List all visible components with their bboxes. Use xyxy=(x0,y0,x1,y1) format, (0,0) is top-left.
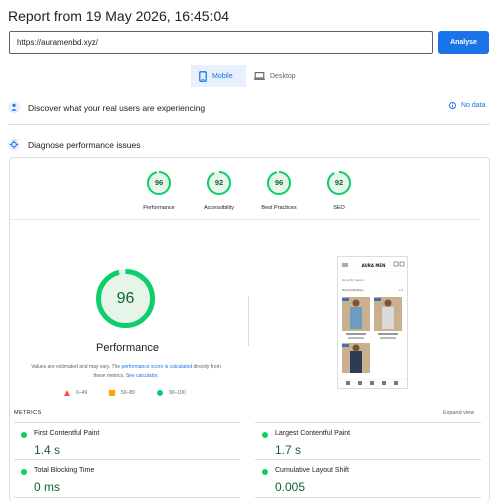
gauge-label: Performance xyxy=(143,205,175,211)
field-data-title: Discover what your real users are experi… xyxy=(28,102,206,113)
score-gauge-best-practices[interactable]: 96 Best Practices xyxy=(261,170,297,211)
lab-icon xyxy=(8,138,20,151)
pass-dot-icon xyxy=(21,432,27,438)
metrics-divider xyxy=(255,459,481,460)
tab-mobile[interactable]: Mobile xyxy=(191,65,246,87)
screenshot-image: AURA MEN Recently Viewed Shop Collection… xyxy=(338,257,407,388)
legend-range: 90–100 xyxy=(169,390,186,396)
note-text: Values are estimated and may vary. The xyxy=(31,364,122,370)
score-gauge-seo[interactable]: 92 SEO xyxy=(326,170,352,211)
pass-dot-icon xyxy=(262,432,268,438)
gauge-value: 96 xyxy=(274,178,284,187)
metric-name: Cumulative Layout Shift xyxy=(275,467,349,474)
no-data-indicator[interactable]: No data xyxy=(449,102,486,109)
see-calculator-link[interactable]: See calculator xyxy=(126,373,157,379)
diagnose-title: Diagnose performance issues xyxy=(28,139,141,150)
url-input[interactable] xyxy=(9,31,433,54)
average-square-icon xyxy=(109,390,115,396)
screenshot-brand: AURA MEN xyxy=(362,263,386,268)
pass-dot-icon xyxy=(262,469,268,475)
legend-pass: 90–100 xyxy=(157,390,186,396)
tab-mobile-label: Mobile xyxy=(212,72,233,80)
field-data-header[interactable]: Discover what your real users are experi… xyxy=(8,101,205,114)
metric-value: 1.7 s xyxy=(275,443,302,457)
legend-fail: 0–49 xyxy=(64,390,87,396)
no-data-label: No data xyxy=(461,102,486,109)
mobile-icon xyxy=(199,70,207,82)
device-tabs: Mobile Desktop xyxy=(191,65,304,87)
metrics-heading: METRICS xyxy=(14,410,42,416)
legend-average: 50–89 xyxy=(109,390,135,396)
performance-label: Performance xyxy=(96,342,159,354)
section-divider xyxy=(8,124,490,125)
metric-name: Total Blocking Time xyxy=(34,467,95,474)
gauge-value: 92 xyxy=(214,178,224,187)
expand-view-toggle[interactable]: Expand view xyxy=(443,410,474,416)
info-icon xyxy=(449,102,456,109)
fail-triangle-icon xyxy=(64,390,70,396)
tab-desktop[interactable]: Desktop xyxy=(246,65,304,87)
report-title: Report from 19 May 2026, 16:45:04 xyxy=(8,8,230,24)
gauge-label: Best Practices xyxy=(261,205,297,211)
metric-value: 1.4 s xyxy=(34,443,61,457)
svg-text:Recently Viewed: Recently Viewed xyxy=(342,278,364,282)
performance-score: 96 xyxy=(116,290,135,307)
pass-circle-icon xyxy=(157,390,163,396)
performance-score-link[interactable]: performance score is calculated xyxy=(122,364,193,370)
score-gauge-accessibility[interactable]: 92 Accessibility xyxy=(204,170,234,211)
note-text: . xyxy=(157,373,159,379)
pass-dot-icon xyxy=(21,469,27,475)
metric-value: 0 ms xyxy=(34,480,61,494)
page-screenshot: AURA MEN Recently Viewed Shop Collection… xyxy=(337,256,408,389)
gauge-value: 92 xyxy=(334,178,344,187)
vertical-divider xyxy=(248,296,249,346)
metrics-divider xyxy=(255,422,481,423)
gauge-label: Accessibility xyxy=(204,205,234,211)
svg-text:Shop Collections: Shop Collections xyxy=(342,288,364,292)
metrics-divider xyxy=(255,497,481,498)
lab-results-card xyxy=(9,157,490,502)
users-icon xyxy=(8,101,20,114)
diagnose-header: Diagnose performance issues xyxy=(8,138,140,151)
desktop-icon xyxy=(254,72,265,80)
tab-desktop-label: Desktop xyxy=(270,72,296,80)
svg-text:1/4: 1/4 xyxy=(399,288,404,292)
scores-divider xyxy=(10,219,480,220)
metrics-divider xyxy=(14,459,240,460)
metrics-divider xyxy=(14,422,240,423)
legend-range: 0–49 xyxy=(76,390,88,396)
metric-value: 0.005 xyxy=(275,480,306,494)
metrics-divider xyxy=(14,497,240,498)
gauge-label: SEO xyxy=(333,205,345,211)
score-gauge-performance[interactable]: 96 Performance xyxy=(143,170,175,211)
performance-note: Values are estimated and may vary. The p… xyxy=(30,363,222,381)
analyse-button[interactable]: Analyse xyxy=(438,31,489,54)
metric-name: First Contentful Paint xyxy=(34,430,100,437)
legend-range: 50–89 xyxy=(121,390,135,396)
gauge-value: 96 xyxy=(154,178,164,187)
metric-name: Largest Contentful Paint xyxy=(275,430,351,437)
